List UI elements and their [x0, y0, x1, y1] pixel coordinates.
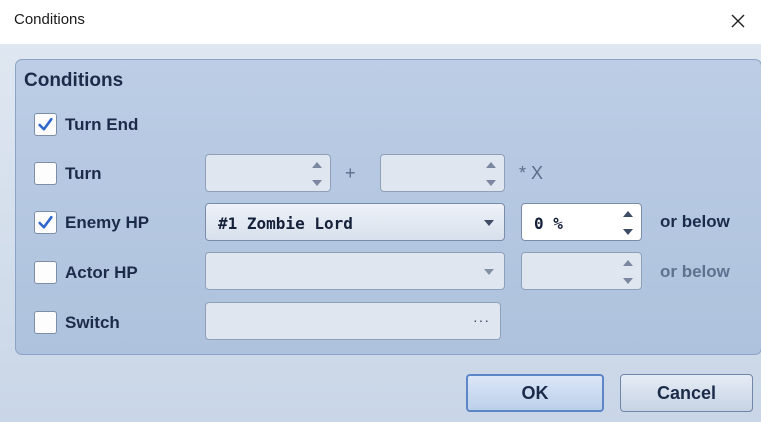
- conditions-group: Conditions Turn End Turn + * X Enemy HP …: [15, 59, 761, 355]
- close-button[interactable]: [721, 4, 755, 38]
- actor-hp-spin-arrows[interactable]: [623, 260, 633, 284]
- turn-end-checkbox-row[interactable]: Turn End: [34, 113, 138, 136]
- actor-hp-or-below-label: or below: [660, 262, 730, 281]
- actor-hp-checkbox[interactable]: [34, 261, 57, 284]
- spin-down-icon: [623, 278, 633, 284]
- spin-up-icon: [486, 162, 496, 168]
- switch-select-field[interactable]: ···: [205, 302, 501, 340]
- checkmark-icon: [38, 117, 53, 131]
- close-icon: [731, 14, 745, 28]
- turn-a-spinbox[interactable]: [205, 154, 331, 192]
- spin-up-icon: [623, 260, 633, 266]
- actor-hp-label: Actor HP: [65, 262, 138, 282]
- turn-checkbox[interactable]: [34, 162, 57, 185]
- actor-hp-checkbox-row[interactable]: Actor HP: [34, 261, 138, 284]
- spin-down-icon: [623, 229, 633, 235]
- spin-up-icon: [312, 162, 322, 168]
- switch-checkbox-row[interactable]: Switch: [34, 311, 120, 334]
- enemy-select-value: #1 Zombie Lord: [218, 214, 353, 233]
- turn-b-spinbox[interactable]: [380, 154, 505, 192]
- title-bar: Conditions: [0, 0, 761, 44]
- turn-plus-sign: +: [345, 163, 356, 183]
- enemy-hp-or-below-label: or below: [660, 212, 730, 231]
- group-title: Conditions: [24, 70, 124, 91]
- checkmark-icon: [38, 215, 53, 229]
- window-title: Conditions: [14, 11, 85, 28]
- turn-end-label: Turn End: [65, 114, 139, 134]
- turn-end-checkbox[interactable]: [34, 113, 57, 136]
- enemy-hp-checkbox[interactable]: [34, 211, 57, 234]
- browse-ellipsis-icon[interactable]: ···: [473, 312, 490, 328]
- spin-up-icon: [623, 211, 633, 217]
- enemy-hp-spin-arrows[interactable]: [623, 211, 633, 235]
- turn-multiplier-label: * X: [519, 163, 544, 183]
- chevron-down-icon: [484, 220, 494, 226]
- enemy-hp-percent-value: 0 %: [534, 214, 563, 233]
- actor-hp-percent-spinbox[interactable]: [521, 252, 642, 290]
- ok-button[interactable]: OK: [466, 374, 604, 412]
- spin-down-icon: [486, 180, 496, 186]
- chevron-down-icon: [484, 269, 494, 275]
- spin-down-icon: [312, 180, 322, 186]
- cancel-button[interactable]: Cancel: [620, 374, 753, 412]
- enemy-hp-label: Enemy HP: [65, 212, 150, 232]
- enemy-select-dropdown[interactable]: #1 Zombie Lord: [205, 203, 505, 241]
- enemy-hp-checkbox-row[interactable]: Enemy HP: [34, 211, 149, 234]
- dialog-client-area: Conditions Turn End Turn + * X Enemy HP …: [0, 44, 761, 422]
- switch-label: Switch: [65, 312, 120, 332]
- switch-checkbox[interactable]: [34, 311, 57, 334]
- turn-checkbox-row[interactable]: Turn: [34, 162, 102, 185]
- turn-b-spin-arrows[interactable]: [486, 162, 496, 186]
- enemy-hp-percent-spinbox[interactable]: 0 %: [521, 203, 642, 241]
- turn-a-spin-arrows[interactable]: [312, 162, 322, 186]
- actor-select-dropdown[interactable]: [205, 252, 505, 290]
- turn-label: Turn: [65, 163, 102, 183]
